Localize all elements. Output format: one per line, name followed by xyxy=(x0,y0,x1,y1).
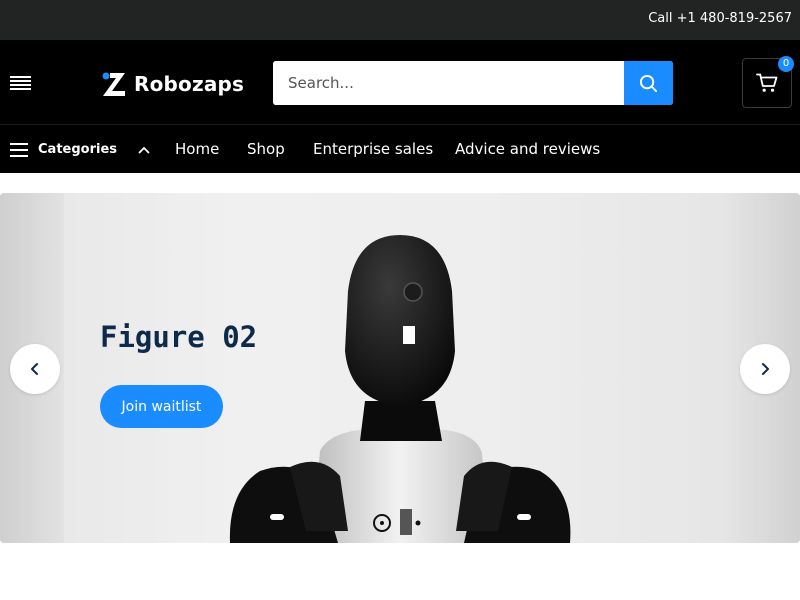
hero-title: Figure 02 xyxy=(100,320,258,354)
logo-icon xyxy=(102,72,125,96)
categories-menu-icon xyxy=(10,142,28,157)
nav-link-enterprise-sales[interactable]: Enterprise sales xyxy=(313,140,433,158)
search-input[interactable] xyxy=(273,61,624,105)
nav-link-home[interactable]: Home xyxy=(175,140,219,158)
main-nav: Categories Home Shop Enterprise sales Ad… xyxy=(0,124,800,173)
cart-button[interactable]: 0 xyxy=(742,56,794,108)
chevron-left-icon xyxy=(31,363,38,375)
categories-toggle[interactable]: Categories xyxy=(10,125,151,174)
cart-count-badge: 0 xyxy=(778,56,794,72)
header: Robozaps 0 xyxy=(0,40,800,124)
cart-icon xyxy=(756,73,778,92)
search-icon xyxy=(639,74,658,92)
robot-image xyxy=(229,235,571,543)
slider-prev-button[interactable] xyxy=(10,344,60,394)
chevron-right-icon xyxy=(762,363,769,375)
nav-link-shop[interactable]: Shop xyxy=(247,140,285,158)
slider-next-button[interactable] xyxy=(740,344,790,394)
top-bar: Call +1 480-819-2567 xyxy=(0,0,800,40)
logo-name: Robozaps xyxy=(134,72,245,96)
logo[interactable]: Robozaps xyxy=(101,70,244,98)
chevron-up-icon xyxy=(138,146,150,153)
search-bar xyxy=(273,61,673,105)
search-button[interactable] xyxy=(624,61,673,105)
nav-link-advice-reviews[interactable]: Advice and reviews xyxy=(455,140,600,158)
call-phone-link[interactable]: Call +1 480-819-2567 xyxy=(648,11,792,26)
hero-slider: Figure 02 Join waitlist xyxy=(0,193,800,543)
hamburger-icon[interactable] xyxy=(10,76,31,90)
categories-label: Categories xyxy=(38,142,118,157)
join-waitlist-button[interactable]: Join waitlist xyxy=(100,385,223,428)
